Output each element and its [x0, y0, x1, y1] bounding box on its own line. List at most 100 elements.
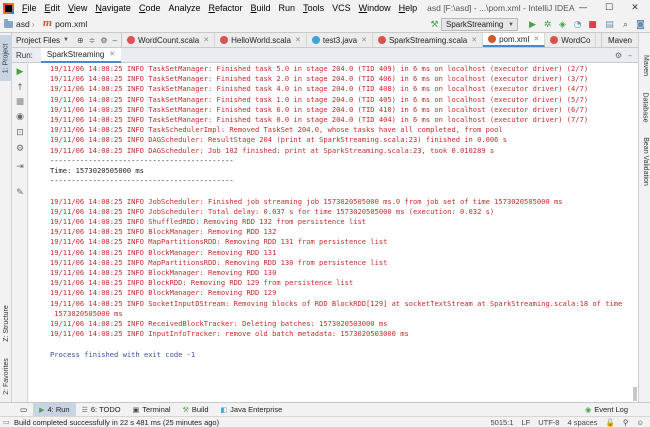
structure-tool-tab[interactable]: Z: Structure — [0, 298, 12, 348]
menu-tools[interactable]: Tools — [299, 3, 328, 13]
project-files-selector[interactable]: Project Files ▼ ⊕ ≑ ⚙ – — [12, 33, 122, 47]
console-line: 19/11/06 14:08:25 INFO BlockManager: Rem… — [50, 288, 277, 298]
build-tool-tab[interactable]: ⚒ Build — [177, 403, 215, 417]
editor-tab[interactable]: test3.java ✕ — [307, 33, 373, 47]
editor-tab-label: HelloWorld.scala — [231, 35, 291, 45]
scroll-up-icon[interactable]: ↑ — [14, 82, 26, 94]
console-line: 19/11/06 14:08:25 INFO BlockRDD: Removin… — [50, 278, 354, 288]
editor-tab[interactable]: pom.xml ✕ — [483, 33, 546, 47]
close-icon[interactable]: ✕ — [295, 36, 301, 44]
breadcrumb-project[interactable]: asd — [16, 19, 30, 29]
folder-icon — [4, 18, 13, 28]
intellij-logo-icon — [3, 2, 14, 14]
close-icon[interactable]: ✕ — [361, 36, 367, 44]
camera-icon[interactable]: ◉ — [14, 111, 26, 123]
database-tool-tab[interactable]: Database — [639, 85, 650, 129]
console-line: 19/11/06 14:08:25 INFO TaskSetManager: F… — [50, 74, 589, 84]
stop-icon[interactable]: ■ — [586, 18, 599, 31]
close-icon[interactable]: ✕ — [533, 35, 539, 43]
locate-icon[interactable]: ⊕ — [77, 36, 84, 45]
breadcrumb-file[interactable]: pom.xml — [55, 19, 87, 29]
editor-tab[interactable]: SparkStreaming.scala ✕ — [373, 33, 484, 47]
menu-window[interactable]: Window — [355, 3, 395, 13]
menu-file[interactable]: File — [18, 3, 41, 13]
menu-run[interactable]: Run — [275, 3, 300, 13]
console-line: 19/11/06 14:08:25 INFO BlockManager: Rem… — [50, 247, 277, 257]
terminal-tool-tab[interactable]: ▣ Terminal — [127, 403, 177, 417]
breadcrumb-separator-icon: › — [31, 19, 35, 29]
file-encoding[interactable]: UTF-8 — [538, 418, 559, 427]
close-icon[interactable]: ✕ — [109, 50, 115, 58]
menu-code[interactable]: Code — [135, 3, 165, 13]
profile-icon[interactable]: ◔ — [571, 18, 584, 31]
build-hammer-icon[interactable]: ⚒ — [428, 18, 441, 31]
sdk-icon[interactable]: ◙ — [634, 18, 647, 31]
run-tool-tab[interactable]: ▶ 4: Run — [33, 402, 76, 417]
menu-mnemonic: E — [44, 3, 51, 13]
git-icon[interactable]: ⚲ — [623, 418, 629, 427]
console-line: 19/11/06 14:08:25 INFO SocketInputDStrea… — [50, 298, 623, 308]
status-message[interactable]: Build completed successfully in 22 s 481… — [14, 418, 219, 427]
run-icon[interactable]: ▶ — [526, 18, 539, 31]
bean-validation-tool-tab[interactable]: Bean Validation — [639, 131, 650, 191]
close-icon[interactable]: ✕ — [471, 36, 477, 44]
hide-panel-icon[interactable]: ▭ — [14, 403, 33, 417]
minimize-button[interactable]: — — [572, 0, 594, 16]
maximize-button[interactable]: ☐ — [598, 0, 620, 16]
maven-tool-tab[interactable]: Maven — [639, 47, 650, 83]
maven-file-icon: m — [42, 19, 53, 29]
pin-icon[interactable]: ⊡ — [14, 127, 26, 139]
window-title: asd [F:\asd] - ...\pom.xml - IntelliJ ID… — [427, 3, 575, 13]
search-everywhere-icon[interactable]: ⌕ — [619, 18, 632, 31]
hide-icon[interactable]: – — [113, 36, 117, 45]
lock-icon[interactable]: 🔓 — [605, 418, 614, 427]
menu-help[interactable]: Help — [395, 3, 422, 13]
console-line: 19/11/06 14:08:25 INFO TaskSchedulerImpl… — [50, 125, 503, 135]
indent-setting[interactable]: 4 spaces — [567, 418, 597, 427]
favorites-tool-tab[interactable]: 2: Favorites — [0, 353, 12, 399]
gear-icon[interactable]: ⚙ — [615, 51, 622, 60]
event-log-tool-label: Event Log — [594, 405, 628, 414]
console-line: 19/11/06 14:08:25 INFO TaskSetManager: F… — [50, 104, 589, 114]
menu-edit[interactable]: Edit — [41, 3, 65, 13]
coverage-icon[interactable]: ◈ — [556, 18, 569, 31]
menu-mnemonic: V — [68, 3, 74, 13]
login-icon[interactable]: ⇥ — [14, 161, 26, 173]
java-enterprise-tool-tab[interactable]: ◧ Java Enterprise — [215, 403, 289, 417]
run-config-selector[interactable]: SparkStreaming ▼ — [441, 18, 518, 31]
menu-view[interactable]: View — [64, 3, 91, 13]
console-output[interactable]: 19/11/06 14:08:25 INFO TaskSetManager: F… — [29, 63, 638, 402]
status-bar-toggle-icon[interactable]: ▭ — [3, 418, 10, 426]
todo-tool-label: 6: TODO — [90, 405, 121, 414]
maven-panel-tab[interactable]: Maven — [600, 33, 638, 47]
rerun-icon[interactable]: ▶ — [14, 66, 26, 78]
hide-icon[interactable]: – — [628, 51, 632, 60]
menu-refactor[interactable]: Refactor — [205, 3, 247, 13]
menu-navigate[interactable]: Navigate — [91, 3, 135, 13]
todo-tool-tab[interactable]: ☰ 6: TODO — [76, 403, 127, 417]
line-separator[interactable]: LF — [521, 418, 530, 427]
pin-tab-icon[interactable]: ✎ — [14, 187, 26, 199]
stop-icon[interactable]: ■ — [14, 96, 26, 108]
menu-build[interactable]: Build — [247, 3, 275, 13]
event-log-tool-tab[interactable]: ◉ Event Log — [579, 403, 634, 417]
menu-vcs[interactable]: VCS — [328, 3, 355, 13]
close-button[interactable]: ✕ — [624, 0, 646, 16]
menu-analyze[interactable]: Analyze — [164, 3, 204, 13]
run-tab-sparkstreaming[interactable]: SparkStreaming ✕ — [40, 47, 122, 63]
debug-icon[interactable]: ✲ — [541, 18, 554, 31]
console-scrollbar[interactable] — [633, 387, 637, 401]
collapse-icon[interactable]: ≑ — [89, 36, 96, 45]
project-structure-icon[interactable]: ▤ — [603, 18, 616, 31]
menu-mnemonic: B — [250, 3, 257, 13]
editor-tab[interactable]: WordCo — [545, 33, 597, 47]
editor-tab[interactable]: HelloWorld.scala ✕ — [215, 33, 307, 47]
settings-icon[interactable]: ⚙ — [14, 143, 26, 155]
gear-icon[interactable]: ⚙ — [100, 36, 107, 45]
close-icon[interactable]: ✕ — [203, 36, 209, 44]
editor-tab[interactable]: WordCount.scala ✕ — [122, 33, 216, 47]
console-line: 19/11/06 14:08:25 INFO BlockManager: Rem… — [50, 268, 277, 277]
caret-position[interactable]: 5015:1 — [490, 418, 513, 427]
project-tool-tab[interactable]: 1: Project — [0, 35, 12, 81]
notifications-icon[interactable]: ☺ — [636, 418, 644, 427]
